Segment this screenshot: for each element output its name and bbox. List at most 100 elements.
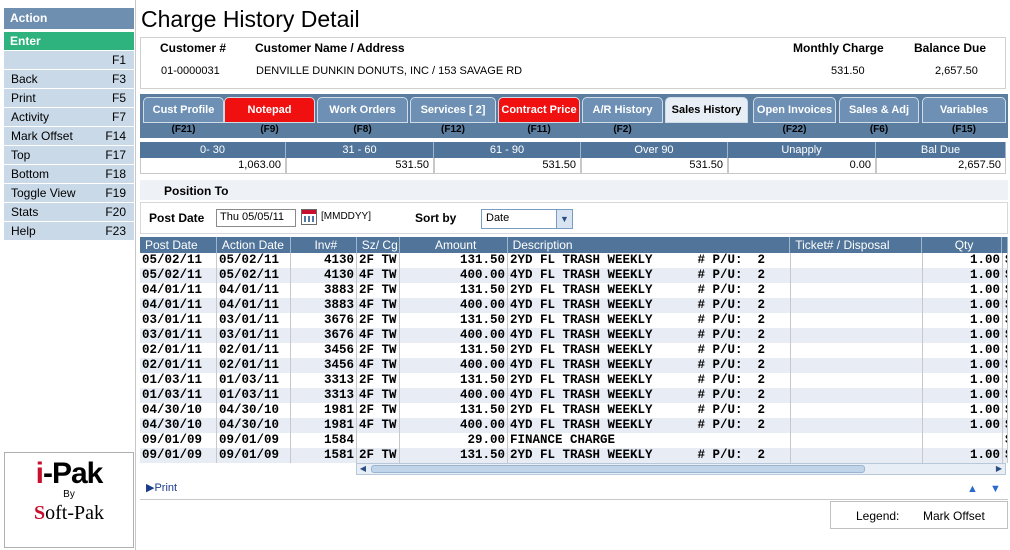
column-header[interactable]: Amount bbox=[400, 237, 508, 253]
action-item-bottom[interactable]: Bottom F18 bbox=[4, 165, 134, 183]
table-cell bbox=[923, 433, 1003, 448]
scroll-left-icon[interactable]: ◀ bbox=[357, 464, 369, 474]
grid-header-row: Post Date Action Date Inv# Sz/ Cg Amount Desc… bbox=[140, 237, 1008, 253]
tab-work-orders[interactable]: Work Orders bbox=[317, 97, 408, 123]
tab-sales-history[interactable]: Sales History bbox=[665, 97, 748, 123]
table-cell: 1.00 bbox=[923, 448, 1003, 463]
aging-header: 31 - 60 bbox=[286, 142, 434, 158]
action-item-back[interactable]: Back F3 bbox=[4, 70, 134, 88]
action-item-key: F7 bbox=[111, 110, 126, 124]
position-to-label: Position To bbox=[164, 184, 229, 198]
action-item-top[interactable]: Top F17 bbox=[4, 146, 134, 164]
tab-function-key: (F6) bbox=[869, 124, 889, 135]
scroll-right-icon[interactable]: ▶ bbox=[993, 464, 1005, 474]
table-cell: 2F TW bbox=[357, 403, 400, 418]
table-row[interactable]: 05/02/11 05/02/11 4130 2F TW 131.50 2YD FL TR… bbox=[140, 253, 1008, 268]
table-cell: S bbox=[1003, 268, 1008, 283]
position-to-bar: Position To bbox=[140, 180, 1008, 200]
aging-header: Bal Due bbox=[876, 142, 1006, 158]
table-cell: 03/01/11 bbox=[140, 328, 217, 343]
aging-header: Unapply bbox=[728, 142, 876, 158]
table-cell bbox=[791, 433, 923, 448]
legend-box: Legend: Mark Offset bbox=[830, 501, 1008, 529]
table-row[interactable]: 05/02/11 05/02/11 4130 4F TW 400.00 4YD FL TR… bbox=[140, 268, 1008, 283]
tab-open-invoices[interactable]: Open Invoices bbox=[753, 97, 836, 123]
table-row[interactable]: 04/01/11 04/01/11 3883 4F TW 400.00 4YD FL TR… bbox=[140, 298, 1008, 313]
table-cell bbox=[791, 358, 923, 373]
tab-services-2[interactable]: Services [ 2] bbox=[410, 97, 496, 123]
table-cell: 1.00 bbox=[923, 328, 1003, 343]
print-link[interactable]: ▶Print bbox=[146, 481, 177, 494]
table-cell: 2YD FL TRASH WEEKLY # P/U: 2 bbox=[508, 343, 791, 358]
table-cell: 4F TW bbox=[357, 328, 400, 343]
legend-label: Legend: bbox=[856, 509, 900, 523]
legend-value: Mark Offset bbox=[923, 509, 985, 523]
column-header[interactable] bbox=[1002, 237, 1008, 253]
tab-contract-price[interactable]: Contract Price bbox=[498, 97, 580, 123]
sort-by-select[interactable]: Date ▼ bbox=[481, 209, 573, 229]
action-item-key: F17 bbox=[105, 148, 126, 162]
action-item-print[interactable]: Print F5 bbox=[4, 89, 134, 107]
tab-variables[interactable]: Variables bbox=[922, 97, 1006, 123]
table-row[interactable]: 04/30/10 04/30/10 1981 2F TW 131.50 2YD FL TR… bbox=[140, 403, 1008, 418]
table-row[interactable]: 09/01/09 09/01/09 1581 2F TW 131.50 2YD FL TR… bbox=[140, 448, 1008, 463]
table-cell: 4YD FL TRASH WEEKLY # P/U: 2 bbox=[508, 358, 791, 373]
enter-button[interactable]: Enter bbox=[4, 32, 134, 50]
tab-cust-profile[interactable]: Cust Profile bbox=[143, 97, 224, 123]
table-cell bbox=[791, 328, 923, 343]
action-item-activity[interactable]: Activity F7 bbox=[4, 108, 134, 126]
column-header[interactable]: Action Date bbox=[217, 237, 291, 253]
column-header[interactable]: Post Date bbox=[140, 237, 217, 253]
action-item-stats[interactable]: Stats F20 bbox=[4, 203, 134, 221]
tab-function-key: (F9) bbox=[260, 124, 279, 135]
post-date-input[interactable]: Thu 05/05/11 bbox=[216, 209, 296, 227]
table-row[interactable]: 03/01/11 03/01/11 3676 4F TW 400.00 4YD FL TR… bbox=[140, 328, 1008, 343]
table-row[interactable]: 04/30/10 04/30/10 1981 4F TW 400.00 4YD FL TR… bbox=[140, 418, 1008, 433]
column-header[interactable]: Ticket# / Disposal bbox=[790, 237, 923, 253]
column-header[interactable]: Qty bbox=[922, 237, 1002, 253]
table-row[interactable]: 04/01/11 04/01/11 3883 2F TW 131.50 2YD FL TR… bbox=[140, 283, 1008, 298]
table-cell: 131.50 bbox=[400, 373, 508, 388]
tab-a-r-history[interactable]: A/R History bbox=[582, 97, 663, 123]
page-up-icon[interactable]: ▲ bbox=[967, 483, 978, 495]
tab-sales-adj[interactable]: Sales & Adj bbox=[839, 97, 919, 123]
column-header[interactable]: Description bbox=[508, 237, 791, 253]
table-row[interactable]: 02/01/11 02/01/11 3456 2F TW 131.50 2YD FL TR… bbox=[140, 343, 1008, 358]
table-row[interactable]: 01/03/11 01/03/11 3313 2F TW 131.50 2YD FL TR… bbox=[140, 373, 1008, 388]
table-row[interactable]: 02/01/11 02/01/11 3456 4F TW 400.00 4YD FL TR… bbox=[140, 358, 1008, 373]
scrollbar-thumb[interactable] bbox=[371, 465, 865, 473]
horizontal-scrollbar[interactable]: ◀ ▶ bbox=[356, 463, 1006, 475]
action-item-key: F3 bbox=[111, 72, 126, 86]
table-cell bbox=[791, 373, 923, 388]
action-item-blank[interactable]: F1 bbox=[4, 51, 134, 69]
table-cell: 05/02/11 bbox=[217, 268, 291, 283]
table-cell: 2F TW bbox=[357, 283, 400, 298]
chevron-down-icon[interactable]: ▼ bbox=[556, 210, 572, 228]
table-cell: 3676 bbox=[291, 313, 357, 328]
action-item-mark-offset[interactable]: Mark Offset F14 bbox=[4, 127, 134, 145]
action-item-help[interactable]: Help F23 bbox=[4, 222, 134, 240]
calendar-icon[interactable] bbox=[301, 209, 317, 225]
tab-notepad[interactable]: Notepad bbox=[224, 97, 315, 123]
action-item-key: F18 bbox=[105, 167, 126, 181]
table-cell: 05/02/11 bbox=[140, 268, 217, 283]
column-header[interactable]: Inv# bbox=[291, 237, 357, 253]
charge-history-grid: Post Date Action Date Inv# Sz/ Cg Amount Desc… bbox=[140, 237, 1008, 477]
logo-by-text: By bbox=[63, 489, 75, 500]
page-down-icon[interactable]: ▼ bbox=[990, 483, 1001, 495]
action-item-key: F19 bbox=[105, 186, 126, 200]
action-item-toggle-view[interactable]: Toggle View F19 bbox=[4, 184, 134, 202]
table-row[interactable]: 09/01/0909/01/09158429.00FINANCE CHARGES bbox=[140, 433, 1008, 448]
table-cell: 400.00 bbox=[400, 268, 508, 283]
table-row[interactable]: 01/03/11 01/03/11 3313 4F TW 400.00 4YD FL TR… bbox=[140, 388, 1008, 403]
column-header[interactable]: Sz/ Cg bbox=[357, 237, 400, 253]
table-cell bbox=[791, 403, 923, 418]
table-cell: 1.00 bbox=[923, 418, 1003, 433]
table-cell: 09/01/09 bbox=[140, 448, 217, 463]
table-row[interactable]: 03/01/11 03/01/11 3676 2F TW 131.50 2YD FL TR… bbox=[140, 313, 1008, 328]
action-item-label: Back bbox=[11, 72, 38, 86]
table-cell: 1.00 bbox=[923, 358, 1003, 373]
table-cell bbox=[791, 283, 923, 298]
table-cell: 3313 bbox=[291, 388, 357, 403]
aging-value: 2,657.50 bbox=[876, 158, 1006, 174]
